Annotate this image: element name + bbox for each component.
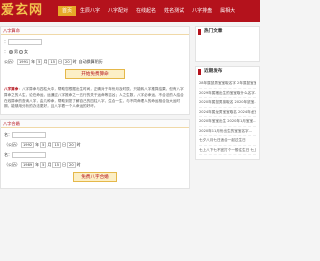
female-month-select[interactable]: 5 <box>40 162 47 169</box>
female-month-unit: 月 <box>47 162 52 168</box>
female-hour-unit: 时 <box>76 162 81 168</box>
main-content: 八字算命 ： ： 男 女 公历） 1991 年 5 月 15 日 20 时 自动… <box>0 26 190 193</box>
hot-articles-title: 热门文章 <box>204 29 223 34</box>
month-select[interactable]: 5 <box>36 59 43 65</box>
male-radio[interactable] <box>9 50 13 54</box>
male-hour-select[interactable]: 20 <box>67 142 76 149</box>
nav-item-bazi[interactable]: 生辰八字 <box>76 6 104 16</box>
male-year-select[interactable]: 1992 <box>21 142 35 149</box>
nav-item-name-test[interactable]: 姓名测试 <box>160 6 188 16</box>
hot-articles-title-row: 热门文章 <box>196 27 259 37</box>
recent-title-row: 近期发布 <box>196 67 259 77</box>
nav-item-paipan[interactable]: 八字排盘 <box>188 6 216 16</box>
male-label: 男 <box>14 49 18 54</box>
female-birth-row: （公历） 1989 年 5 月 15 日 20 时 <box>4 161 186 169</box>
section-marker-icon <box>198 29 201 35</box>
birth-row: 公历） 1991 年 5 月 15 日 20 时 自动换算阴历 <box>4 58 186 66</box>
match-panel-title: 八字合婚 <box>1 120 189 129</box>
match-panel: 八字合婚 名： （公历） 1992 年 5 月 15 日 20 时 名： （公历… <box>0 119 190 190</box>
recent-title: 近期发布 <box>204 69 223 74</box>
male-month-select[interactable]: 5 <box>40 142 47 149</box>
hot-articles-body <box>196 37 259 61</box>
date-label: 公历） <box>4 59 16 64</box>
female-label: 女 <box>24 49 28 54</box>
female-year-unit: 年 <box>35 162 40 168</box>
male-year-unit: 年 <box>35 142 40 148</box>
male-name-input[interactable] <box>12 132 46 139</box>
male-month-unit: 月 <box>47 142 52 148</box>
name-row: ： <box>4 38 186 46</box>
recent-panel: 近期发布 28年属鼠男宝宝取名字 2年属鼠宝宝... 2029年属猪出生的宝宝取… <box>195 66 260 160</box>
female-name-row: 名： <box>4 151 186 159</box>
bazi-panel-title: 八字算命 <box>1 27 189 35</box>
recent-item[interactable]: 28年属鼠男宝宝取名字 2年属鼠宝宝... <box>199 79 256 89</box>
male-name-label: 名： <box>4 132 12 138</box>
section-marker-icon <box>198 69 201 75</box>
nav-item-match[interactable]: 八字配对 <box>104 6 132 16</box>
bazi-submit-button[interactable]: 开始免费算命 <box>65 69 125 79</box>
nav-item-home[interactable]: 首页 <box>58 6 77 16</box>
hour-unit: 时 <box>72 59 77 64</box>
male-birth-row: （公历） 1992 年 5 月 15 日 20 时 <box>4 141 186 149</box>
recent-item[interactable]: 七夕八月七日适合一起过生日 <box>199 136 256 146</box>
gender-label: ： <box>4 49 8 54</box>
male-name-row: 名： <box>4 131 186 139</box>
bazi-panel: 八字算命 ： ： 男 女 公历） 1991 年 5 月 15 日 20 时 自动… <box>0 26 190 116</box>
female-year-select[interactable]: 1989 <box>21 162 35 169</box>
recent-item[interactable]: 2029年属猪出生的宝宝取什么名字... <box>199 89 256 98</box>
lunar-note: 自动换算阴历 <box>78 59 103 64</box>
recent-item[interactable]: 2024年属龙男宝宝取名 2024年龙宝... <box>199 108 256 117</box>
recent-list: 28年属鼠男宝宝取名字 2年属鼠宝宝... 2029年属猪出生的宝宝取什么名字.… <box>196 77 259 159</box>
female-day-select[interactable]: 15 <box>52 162 62 169</box>
male-day-select[interactable]: 15 <box>52 142 62 149</box>
bazi-description: 八字算命：八字算命与四柱大中，帮助您根据出生时间，正确对于年份月及时辰，只能转八… <box>1 85 189 114</box>
recent-item[interactable]: 2020年宝宝出生 2020年1月宝宝... <box>199 117 256 127</box>
day-select[interactable]: 15 <box>48 59 58 65</box>
year-unit: 年 <box>31 59 36 64</box>
site-logo[interactable]: 爱玄网 <box>0 0 43 22</box>
male-day-unit: 日 <box>62 142 67 148</box>
gender-row: ： 男 女 <box>4 48 186 56</box>
female-date-label: （公历） <box>4 162 20 168</box>
name-input[interactable] <box>8 39 42 45</box>
site-header: 爱玄网 首页 生辰八字 八字配对 在线起名 姓名测试 八字排盘 属相大 <box>0 0 260 22</box>
male-hour-unit: 时 <box>76 142 81 148</box>
hot-articles-panel: 热门文章 <box>195 26 260 62</box>
recent-item[interactable]: 2020年属鼠男孩取名 2020年鼠宝... <box>199 98 256 108</box>
nav-item-zodiac[interactable]: 属相大 <box>216 6 239 16</box>
female-name-label: 名： <box>4 152 12 158</box>
month-unit: 月 <box>43 59 48 64</box>
match-submit-button[interactable]: 免费八字合婚 <box>73 172 117 183</box>
male-date-label: （公历） <box>4 142 20 148</box>
recent-item[interactable]: 七上八下七不宜打个一般往生日 七上... <box>199 146 256 155</box>
bazi-desc-lead: 八字算命 <box>4 87 19 91</box>
female-hour-select[interactable]: 20 <box>67 162 76 169</box>
sidebar: 热门文章 近期发布 28年属鼠男宝宝取名字 2年属鼠宝宝... 2029年属猪出… <box>195 26 260 164</box>
hour-select[interactable]: 20 <box>63 59 72 65</box>
year-select[interactable]: 1991 <box>17 59 31 65</box>
bazi-desc-body: ：八字算命与四柱大中，帮助您根据出生时间，正确对于年份月及时辰，只能转八字推算结… <box>4 87 184 109</box>
day-unit: 日 <box>58 59 63 64</box>
nav-item-naming[interactable]: 在线起名 <box>132 6 160 16</box>
recent-item[interactable]: 2020年11月份出生的宝宝名字... <box>199 127 256 136</box>
female-name-input[interactable] <box>12 152 46 159</box>
female-day-unit: 日 <box>62 162 67 168</box>
main-nav: 首页 生辰八字 八字配对 在线起名 姓名测试 八字排盘 属相大 <box>58 6 239 16</box>
female-radio[interactable] <box>19 50 23 54</box>
